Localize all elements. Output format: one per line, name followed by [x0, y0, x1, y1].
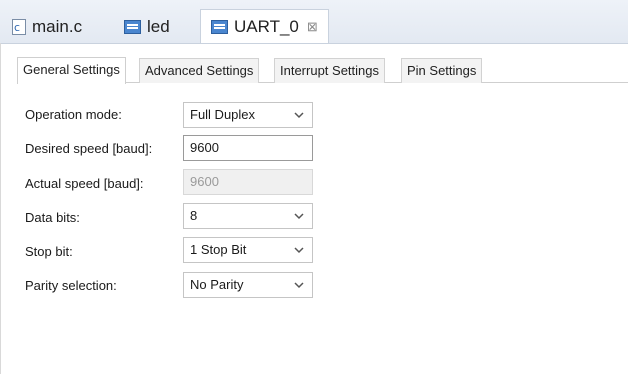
- chevron-down-icon: [294, 112, 304, 119]
- editor-tab-bar: c main.c led UART_0 ⊠: [0, 0, 628, 44]
- desired-speed-value: 9600: [190, 140, 219, 155]
- chevron-down-icon: [294, 282, 304, 289]
- tab-general-settings[interactable]: General Settings: [17, 57, 126, 84]
- editor-tab-uart0[interactable]: UART_0 ⊠: [200, 9, 329, 43]
- editor-tab-label: main.c: [32, 16, 83, 36]
- parity-select[interactable]: No Parity: [183, 272, 313, 298]
- desired-speed-label: Desired speed [baud]:: [25, 141, 153, 156]
- tab-interrupt-settings[interactable]: Interrupt Settings: [274, 58, 385, 83]
- data-bits-value: 8: [190, 208, 198, 223]
- tab-pin-settings[interactable]: Pin Settings: [401, 58, 483, 83]
- stop-bit-select[interactable]: 1 Stop Bit: [183, 237, 313, 263]
- actual-speed-field: 9600: [183, 169, 313, 195]
- data-bits-select[interactable]: 8: [183, 203, 313, 229]
- editor-left-border: [0, 43, 1, 374]
- desired-speed-input[interactable]: 9600: [183, 135, 313, 161]
- stop-bit-value: 1 Stop Bit: [190, 242, 247, 257]
- actual-speed-value: 9600: [190, 174, 219, 189]
- component-icon: [124, 19, 141, 34]
- editor-tab-main-c[interactable]: c main.c: [12, 10, 82, 43]
- chevron-down-icon: [294, 247, 304, 254]
- chevron-down-icon: [294, 213, 304, 220]
- operation-mode-select[interactable]: Full Duplex: [183, 102, 313, 128]
- editor-tab-led[interactable]: led: [124, 10, 170, 43]
- operation-mode-value: Full Duplex: [190, 107, 256, 122]
- actual-speed-label: Actual speed [baud]:: [25, 176, 144, 191]
- tab-advanced-settings[interactable]: Advanced Settings: [139, 58, 260, 83]
- stop-bit-label: Stop bit:: [25, 244, 73, 259]
- parity-label: Parity selection:: [25, 278, 117, 293]
- c-file-icon: c: [12, 18, 26, 35]
- operation-mode-label: Operation mode:: [25, 107, 122, 122]
- settings-tab-bar: General Settings Advanced Settings Inter…: [17, 57, 628, 84]
- close-icon[interactable]: ⊠: [307, 19, 318, 35]
- component-icon: [211, 19, 228, 34]
- parity-value: No Parity: [190, 277, 244, 292]
- data-bits-label: Data bits:: [25, 210, 80, 225]
- editor-tab-label: led: [147, 16, 170, 36]
- editor-tab-label: UART_0: [234, 16, 299, 36]
